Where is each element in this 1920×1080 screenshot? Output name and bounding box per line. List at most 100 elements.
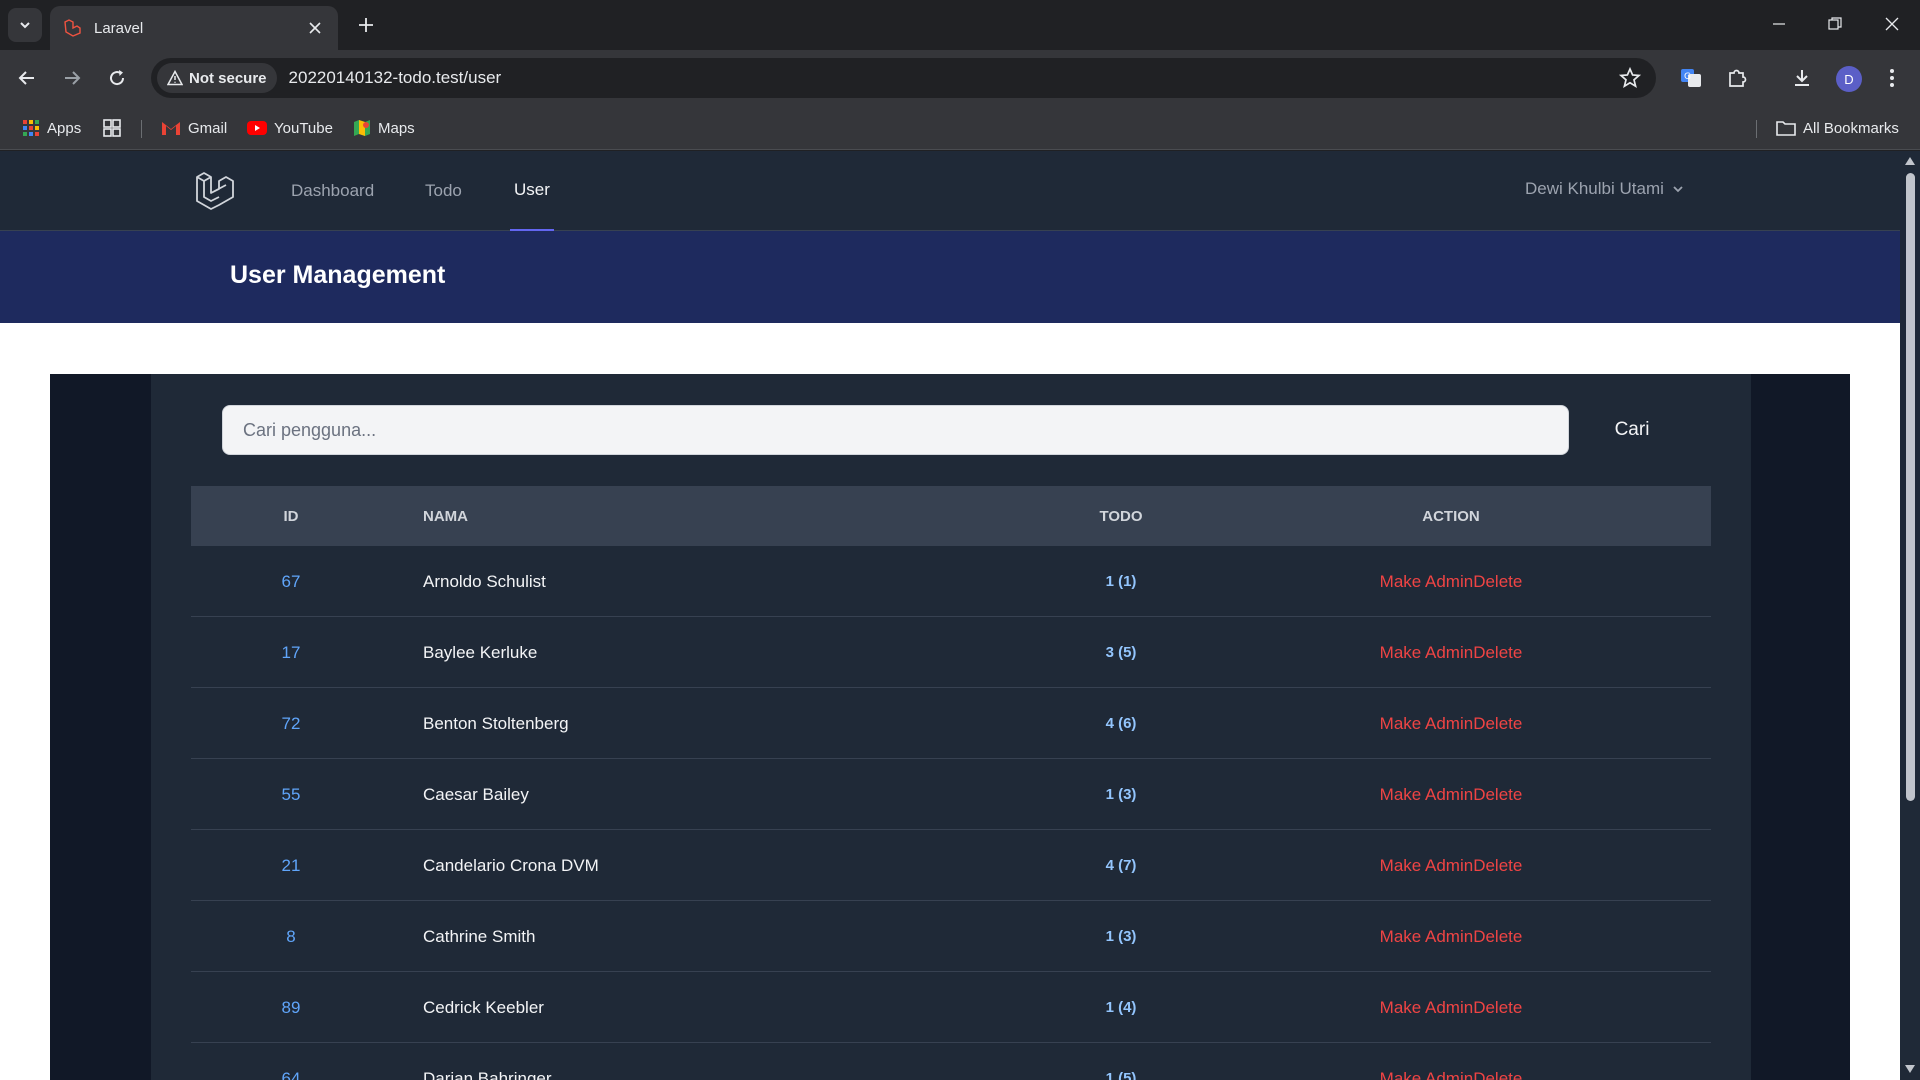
delete-button[interactable]: Delete (1473, 572, 1522, 592)
address-bar[interactable]: Not secure 20220140132-todo.test/user (151, 58, 1656, 98)
todo-count-cell: 1 (3) (1105, 786, 1137, 803)
user-id-link[interactable]: 64 (191, 1043, 391, 1080)
user-id-link[interactable]: 8 (191, 901, 391, 972)
user-name-cell: Cathrine Smith (423, 926, 536, 946)
browser-toolbar: Not secure 20220140132-todo.test/user G (0, 50, 1920, 106)
bookmark-maps[interactable]: Maps (353, 116, 415, 140)
tab-title: Laravel (94, 19, 144, 37)
security-chip[interactable]: Not secure (157, 63, 277, 93)
bookmark-youtube[interactable]: YouTube (247, 116, 333, 140)
tab-close-icon[interactable] (304, 17, 326, 39)
table-row: 64 Darian Bahringer 1 (5) Make Admin Delete (191, 1043, 1711, 1080)
make-admin-button[interactable]: Make Admin (1380, 1069, 1474, 1080)
bookmark-label: YouTube (274, 119, 333, 137)
user-id-link[interactable]: 21 (191, 830, 391, 901)
folder-icon (1776, 121, 1796, 136)
make-admin-button[interactable]: Make Admin (1380, 714, 1474, 734)
all-bookmarks-label: All Bookmarks (1803, 119, 1899, 137)
todo-count-cell: 1 (1) (1105, 573, 1137, 590)
laravel-favicon-icon (64, 19, 81, 37)
restore-icon[interactable] (1806, 0, 1863, 48)
scroll-up-arrow-icon[interactable] (1905, 157, 1915, 165)
user-name-cell: Caesar Bailey (423, 784, 529, 804)
web-page: Dashboard Todo User Dewi Khulbi Utami Us… (0, 151, 1900, 1080)
extensions-puzzle-icon[interactable] (1721, 62, 1753, 94)
laravel-logo-icon[interactable] (193, 169, 237, 213)
youtube-icon (247, 121, 267, 135)
user-id-link[interactable]: 89 (191, 972, 391, 1043)
user-name: Dewi Khulbi Utami (1525, 179, 1664, 198)
translate-icon[interactable]: G (1675, 62, 1707, 94)
page-scrollbar[interactable] (1900, 151, 1920, 1080)
make-admin-button[interactable]: Make Admin (1380, 643, 1474, 663)
user-id-link[interactable]: 17 (191, 617, 391, 688)
new-tab-plus-icon[interactable] (350, 9, 382, 41)
kebab-menu-icon[interactable] (1876, 62, 1908, 94)
action-cell: Make Admin Delete (1331, 901, 1571, 972)
bookmark-gmail[interactable]: Gmail (161, 116, 227, 140)
user-name-cell: Darian Bahringer (423, 1068, 552, 1080)
bookmark-apps[interactable]: Apps (22, 116, 81, 140)
scrollbar-thumb[interactable] (1906, 173, 1915, 801)
table-header: ID NAMA TODO ACTION (191, 486, 1711, 546)
table-row: 89 Cedrick Keebler 1 (4) Make Admin Delete (191, 972, 1711, 1043)
app-navbar: Dashboard Todo User Dewi Khulbi Utami (0, 151, 1900, 231)
make-admin-button[interactable]: Make Admin (1380, 856, 1474, 876)
delete-button[interactable]: Delete (1473, 927, 1522, 947)
close-window-icon[interactable] (1863, 0, 1920, 48)
delete-button[interactable]: Delete (1473, 856, 1522, 876)
delete-button[interactable]: Delete (1473, 643, 1522, 663)
nav-link-user[interactable]: User (510, 151, 554, 231)
user-id-link[interactable]: 67 (191, 546, 391, 617)
user-name-cell: Arnoldo Schulist (423, 571, 546, 591)
back-arrow-icon[interactable] (9, 60, 45, 96)
bookmark-star-icon[interactable] (1618, 66, 1642, 90)
user-dropdown[interactable]: Dewi Khulbi Utami (1525, 179, 1684, 199)
page-header: User Management (0, 231, 1900, 323)
all-bookmarks[interactable]: All Bookmarks (1776, 116, 1899, 140)
column-header-todo: TODO (1099, 507, 1143, 525)
search-input[interactable] (222, 405, 1569, 455)
minimize-icon[interactable] (1750, 0, 1807, 48)
tab-groups-icon[interactable] (103, 116, 121, 140)
download-icon[interactable] (1786, 62, 1818, 94)
nav-link-todo[interactable]: Todo (425, 151, 462, 231)
bookmark-label: Apps (47, 119, 82, 137)
maps-icon (354, 120, 370, 136)
bookmark-divider (141, 120, 142, 138)
todo-count-cell: 4 (6) (1105, 715, 1137, 732)
make-admin-button[interactable]: Make Admin (1380, 998, 1474, 1018)
page-title: User Management (230, 261, 446, 289)
browser-tab[interactable]: Laravel (50, 6, 338, 50)
user-id-link[interactable]: 55 (191, 759, 391, 830)
reload-icon[interactable] (99, 60, 135, 96)
table-row: 67 Arnoldo Schulist 1 (1) Make Admin Delete (191, 546, 1711, 617)
profile-avatar[interactable]: D (1836, 66, 1862, 92)
forward-arrow-icon[interactable] (54, 60, 90, 96)
action-cell: Make Admin Delete (1331, 1043, 1571, 1080)
user-name-cell: Cedrick Keebler (423, 997, 544, 1017)
table-row: 72 Benton Stoltenberg 4 (6) Make Admin Delet… (191, 688, 1711, 759)
column-header-action: ACTION (1422, 507, 1480, 525)
make-admin-button[interactable]: Make Admin (1380, 927, 1474, 947)
todo-count-cell: 3 (5) (1105, 644, 1137, 661)
bookmark-divider (1756, 120, 1757, 138)
make-admin-button[interactable]: Make Admin (1380, 572, 1474, 592)
delete-button[interactable]: Delete (1473, 998, 1522, 1018)
search-button[interactable]: Cari (1600, 405, 1664, 455)
user-name-cell: Candelario Crona DVM (423, 855, 599, 875)
user-table: ID NAMA TODO ACTION 67 Arnoldo Schulist 1 … (191, 486, 1711, 1080)
scroll-down-arrow-icon[interactable] (1905, 1065, 1915, 1073)
table-body: 67 Arnoldo Schulist 1 (1) Make Admin Delete 1… (191, 546, 1711, 1080)
column-header-nama: NAMA (423, 507, 468, 525)
gmail-icon (162, 122, 180, 135)
delete-button[interactable]: Delete (1473, 1069, 1522, 1080)
browser-titlebar: Laravel (0, 0, 1920, 50)
delete-button[interactable]: Delete (1473, 785, 1522, 805)
delete-button[interactable]: Delete (1473, 714, 1522, 734)
tab-search-button[interactable] (8, 8, 42, 42)
nav-link-dashboard[interactable]: Dashboard (291, 151, 374, 231)
make-admin-button[interactable]: Make Admin (1380, 785, 1474, 805)
action-cell: Make Admin Delete (1331, 759, 1571, 830)
user-id-link[interactable]: 72 (191, 688, 391, 759)
